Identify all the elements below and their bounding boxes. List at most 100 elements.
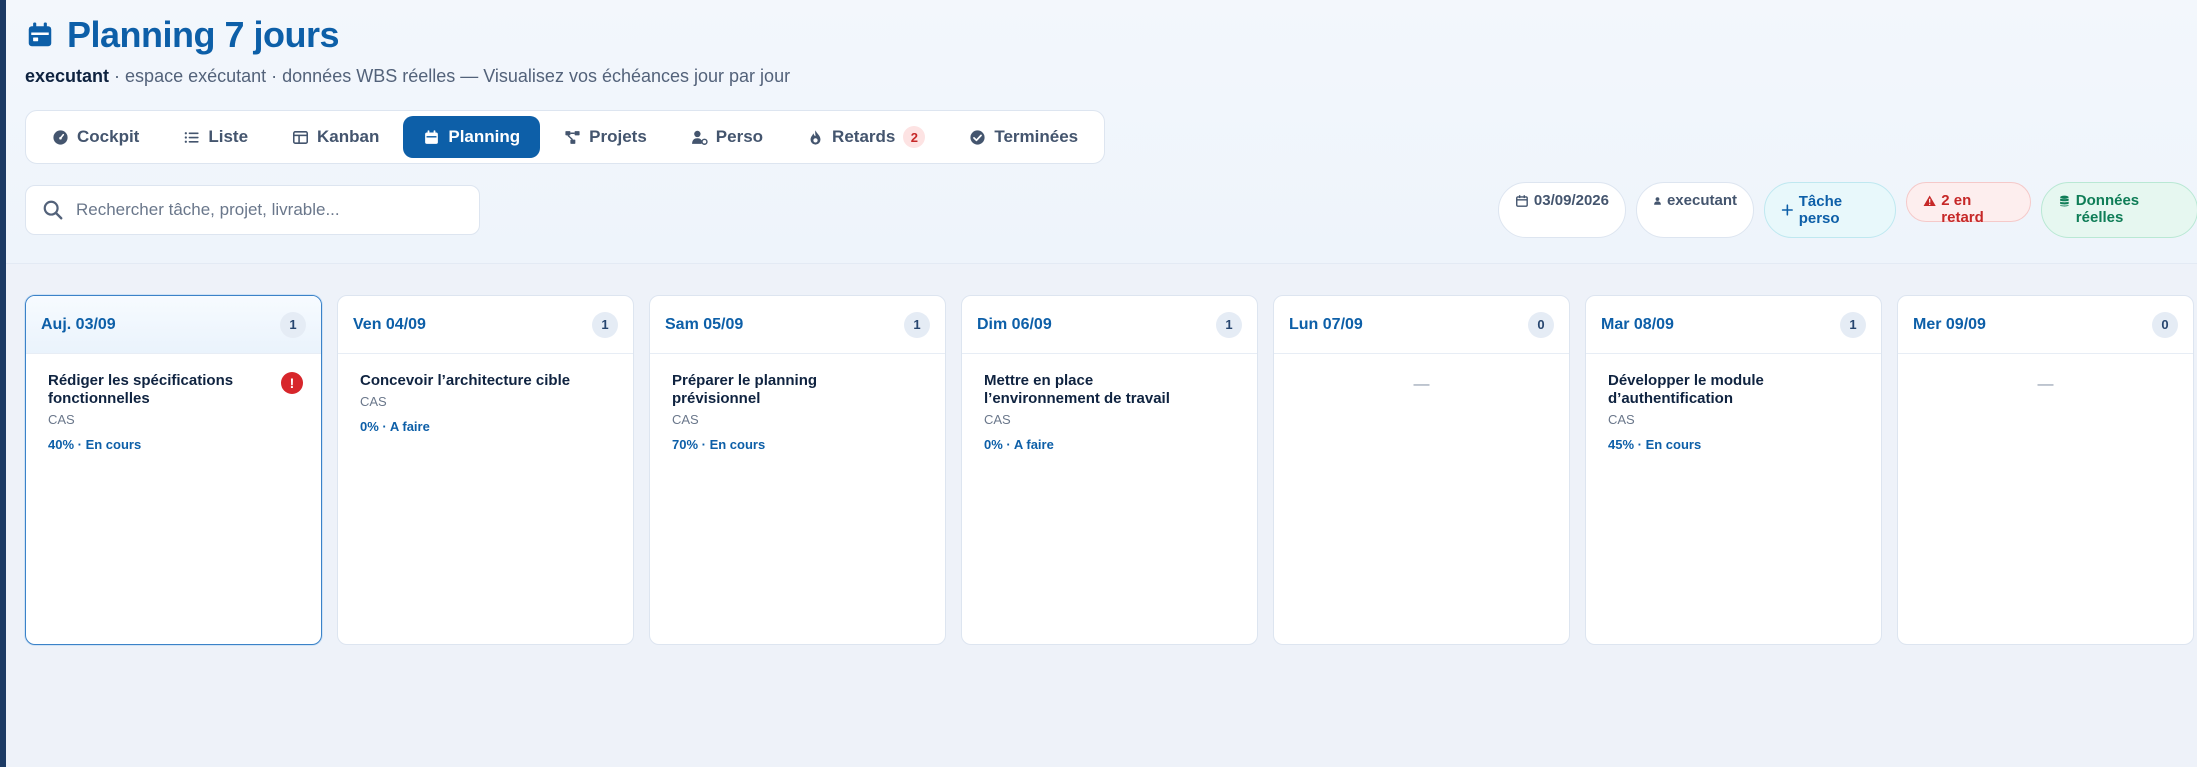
- project-tree-icon: [565, 130, 580, 144]
- task-project: CAS: [360, 394, 387, 409]
- day-column-body: Concevoir l’architecture cible CAS 0% · A …: [338, 354, 633, 452]
- subtitle-description: · espace exécutant · données WBS réelles…: [109, 66, 791, 86]
- tab-label: Retards: [832, 127, 896, 146]
- task-title: Rédiger les spécifications fonctionnelle…: [48, 372, 234, 407]
- task-title: Concevoir l’architecture cible: [360, 372, 571, 389]
- empty-placeholder: —: [2037, 376, 2054, 393]
- tab-label: Kanban: [317, 127, 380, 146]
- user-chip-label: executant: [1666, 192, 1737, 209]
- day-label: Ven 04/09: [353, 315, 426, 333]
- calendar-icon: [28, 22, 52, 47]
- tab-terminees[interactable]: Terminées: [949, 116, 1098, 158]
- task-progress-status: 0% · A faire: [984, 437, 1054, 452]
- tab-label: Terminées: [994, 127, 1079, 146]
- tab-label: Liste: [208, 127, 249, 146]
- tab-planning[interactable]: Planning: [403, 116, 541, 158]
- header-chips: 03/09/2026 executant Tâche perso 2 en re…: [1498, 182, 2197, 238]
- day-column: Mar 08/09 1 Développer le module d’authent…: [1585, 295, 1882, 645]
- task-card[interactable]: Mettre en place l’environnement de trava…: [984, 372, 1235, 452]
- day-column: Dim 06/09 1 Mettre en place l’environnemen…: [961, 295, 1258, 645]
- day-task-count: 1: [1216, 311, 1242, 338]
- tab-kanban[interactable]: Kanban: [272, 116, 399, 158]
- check-circle-icon: [970, 129, 985, 145]
- calendar-outline-icon: [1516, 195, 1528, 207]
- tab-label: Planning: [448, 127, 521, 146]
- gauge-icon: [53, 129, 68, 145]
- real-data-label: Données réelles: [2075, 192, 2140, 226]
- tab-retards[interactable]: Retards 2: [787, 116, 945, 158]
- late-chip-label: 2 en retard: [1941, 192, 1984, 226]
- day-label: Dim 06/09: [977, 315, 1052, 333]
- database-icon: [2060, 195, 2069, 207]
- subtitle-user: executant: [25, 66, 110, 86]
- day-label: Mer 09/09: [1913, 315, 1986, 333]
- task-card[interactable]: Rédiger les spécifications fonctionnelle…: [48, 372, 303, 452]
- user-chip[interactable]: executant: [1636, 182, 1754, 238]
- tab-cockpit[interactable]: Cockpit: [32, 116, 159, 158]
- day-label: Mar 08/09: [1601, 315, 1674, 333]
- date-chip[interactable]: 03/09/2026: [1498, 182, 1626, 238]
- day-column-header: Lun 07/09 0: [1274, 296, 1569, 354]
- task-title: Préparer le planning prévisionnel: [672, 372, 818, 407]
- overdue-alert-icon: !: [281, 372, 303, 394]
- day-column: Mer 09/09 0 —: [1897, 295, 2194, 645]
- page-subtitle: executant · espace exécutant · données W…: [25, 66, 790, 87]
- day-column-body: Développer le module d’authentification C…: [1586, 354, 1881, 470]
- day-column-header: Dim 06/09 1: [962, 296, 1257, 354]
- date-chip-label: 03/09/2026: [1533, 192, 1609, 209]
- list-icon: [185, 131, 199, 143]
- fire-icon: [810, 129, 821, 145]
- calendar-icon: [425, 129, 439, 144]
- task-card[interactable]: Développer le module d’authentification C…: [1608, 372, 1859, 452]
- tab-label: Perso: [715, 127, 764, 146]
- real-data-chip[interactable]: Données réelles: [2041, 182, 2197, 238]
- late-tasks-chip[interactable]: 2 en retard: [1906, 182, 2031, 226]
- task-progress-status: 0% · A faire: [360, 419, 430, 434]
- task-project: CAS: [1608, 412, 1635, 427]
- task-card[interactable]: Préparer le planning prévisionnel CAS 70% …: [672, 372, 923, 452]
- user-gear-icon: [691, 130, 708, 145]
- day-task-count: 0: [2152, 311, 2178, 338]
- task-project: CAS: [984, 412, 1011, 427]
- tab-label: Projets: [589, 127, 647, 146]
- tab-perso[interactable]: Perso: [671, 116, 783, 158]
- tab-projets[interactable]: Projets: [544, 116, 667, 158]
- title-row: Planning 7 jours: [25, 14, 340, 56]
- day-column: Sam 05/09 1 Préparer le planning prévision…: [649, 295, 946, 645]
- task-title: Développer le module d’authentification: [1608, 372, 1764, 407]
- day-task-count: 0: [1528, 311, 1554, 338]
- day-column-body: Rédiger les spécifications fonctionnelle…: [26, 354, 321, 470]
- day-column-body: —: [1274, 354, 1569, 412]
- task-progress-status: 70% · En cours: [672, 437, 766, 452]
- search-box: [25, 185, 480, 235]
- page-header: Planning 7 jours executant · espace exéc…: [6, 0, 2197, 264]
- planning-columns: Auj. 03/09 1 Rédiger les spécifications fo…: [25, 295, 2194, 645]
- day-column-header: Sam 05/09 1: [650, 296, 945, 354]
- add-personal-task-button[interactable]: Tâche perso: [1764, 182, 1896, 238]
- task-progress-status: 45% · En cours: [1608, 437, 1702, 452]
- task-project: CAS: [672, 412, 699, 427]
- day-column-header: Auj. 03/09 1: [26, 296, 321, 354]
- day-column-body: Préparer le planning prévisionnel CAS 70% …: [650, 354, 945, 470]
- search-icon: [43, 200, 63, 220]
- day-column: Ven 04/09 1 Concevoir l’architecture cible…: [337, 295, 634, 645]
- tab-liste[interactable]: Liste: [163, 116, 268, 158]
- day-task-count: 1: [904, 311, 930, 338]
- day-column: Auj. 03/09 1 Rédiger les spécifications fo…: [25, 295, 322, 645]
- day-task-count: 1: [280, 311, 306, 338]
- day-column-body: —: [1898, 354, 2193, 412]
- tab-label: Cockpit: [77, 127, 140, 146]
- add-task-label: Tâche perso: [1798, 193, 1843, 227]
- day-column-header: Ven 04/09 1: [338, 296, 633, 354]
- plus-icon: [1781, 204, 1793, 216]
- late-count-badge: 2: [903, 126, 926, 148]
- task-card[interactable]: Concevoir l’architecture cible CAS 0% · A …: [360, 372, 611, 434]
- empty-placeholder: —: [1413, 376, 1430, 393]
- task-project: CAS: [48, 412, 75, 427]
- search-input[interactable]: [76, 200, 456, 220]
- day-label: Sam 05/09: [665, 315, 744, 333]
- day-task-count: 1: [592, 311, 618, 338]
- view-tabs: Cockpit Liste Kanban Planning Projets Pe…: [25, 110, 1106, 164]
- page-title: Planning 7 jours: [67, 14, 340, 55]
- day-label: Auj. 03/09: [41, 315, 116, 333]
